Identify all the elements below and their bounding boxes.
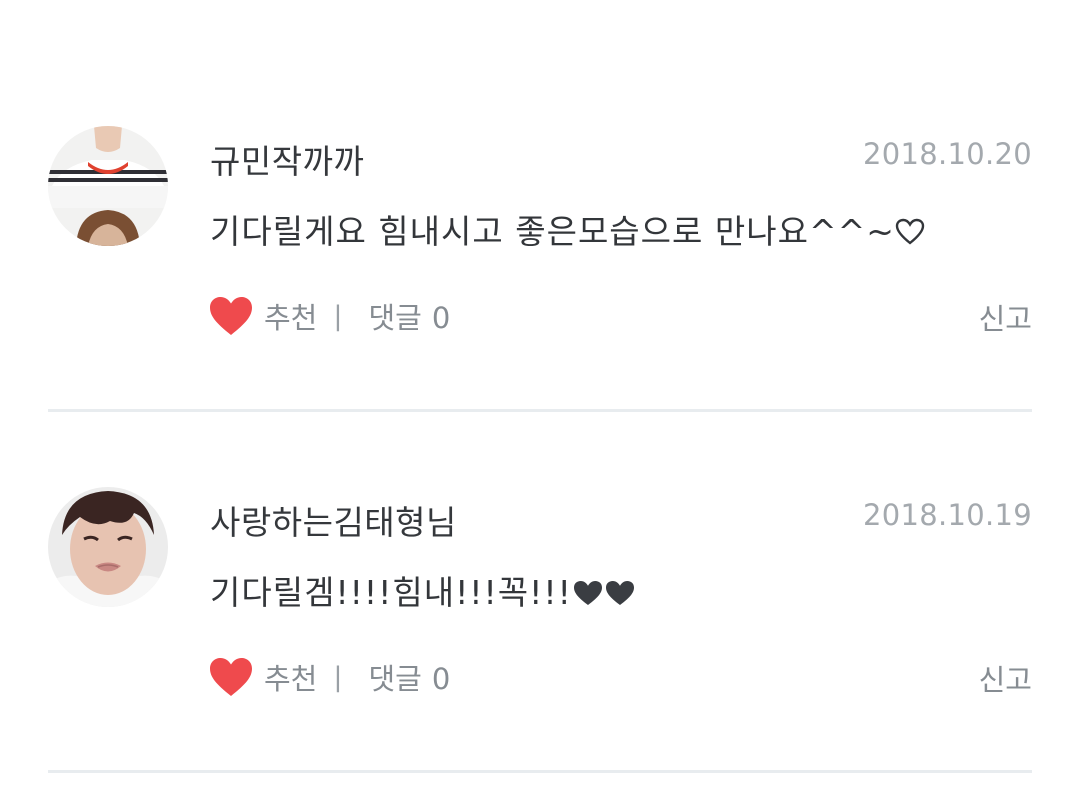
comment-text-content: 기다릴겜!!!!힘내!!!꼭!!! (210, 573, 572, 612)
like-label: 추천 (264, 662, 318, 696)
avatar-photo (48, 487, 168, 607)
comment-text: 기다릴겜!!!!힘내!!!꼭!!! (210, 566, 636, 614)
avatar[interactable] (48, 126, 168, 246)
action-separator: | (333, 300, 343, 332)
report-button[interactable]: 신고 (979, 657, 1032, 699)
comment-date: 2018.10.19 (862, 498, 1032, 532)
avatar[interactable] (48, 487, 168, 607)
comment-actions: 추천 | 댓글 0 (208, 654, 450, 700)
comment-author[interactable]: 사랑하는김태형님 (210, 496, 457, 544)
reply-label: 댓글 (368, 662, 422, 696)
comment-actions: 추천 | 댓글 0 (208, 293, 450, 339)
reply-count: 0 (431, 662, 451, 696)
outline-heart-icon (895, 218, 925, 245)
comment-item: 규민작까까 2018.10.20 기다릴게요 힘내시고 좋은모습으로 만나요^^… (0, 51, 1080, 412)
heart-icon (210, 658, 252, 696)
black-heart-icon (573, 581, 602, 605)
like-button[interactable]: 추천 (208, 656, 317, 698)
reply-label: 댓글 (368, 301, 422, 335)
reply-button[interactable]: 댓글 0 (368, 656, 450, 698)
comment-text-content: 기다릴게요 힘내시고 좋은모습으로 만나요^^~ (210, 212, 895, 251)
like-label: 추천 (264, 301, 318, 335)
comment-author[interactable]: 규민작까까 (210, 135, 364, 183)
reply-count: 0 (431, 301, 451, 335)
reply-button[interactable]: 댓글 0 (368, 295, 450, 337)
avatar-photo (48, 126, 168, 246)
report-button[interactable]: 신고 (979, 296, 1032, 338)
black-heart-icon (605, 581, 634, 605)
comment-item: 사랑하는김태형님 2018.10.19 기다릴겜!!!!힘내!!!꼭!!! 추천… (0, 412, 1080, 773)
divider (48, 770, 1032, 773)
action-separator: | (333, 661, 343, 693)
heart-icon (210, 297, 252, 335)
comment-date: 2018.10.20 (862, 137, 1032, 171)
comment-text: 기다릴게요 힘내시고 좋은모습으로 만나요^^~ (210, 205, 925, 253)
like-button[interactable]: 추천 (208, 295, 317, 337)
